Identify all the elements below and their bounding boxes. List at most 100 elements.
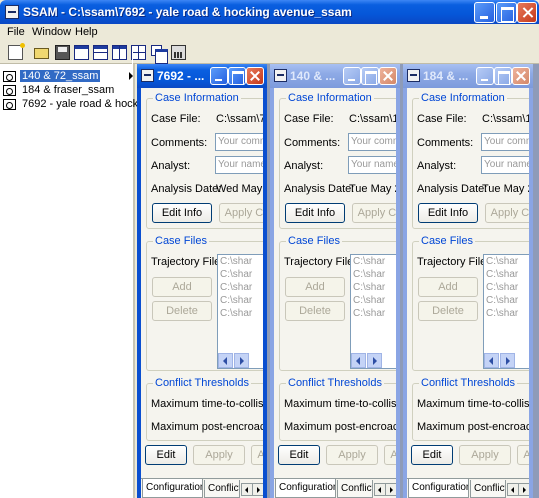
cascade-icon[interactable] xyxy=(151,45,168,64)
open-icon[interactable] xyxy=(34,48,49,59)
list-item[interactable]: C:\shar xyxy=(351,255,396,268)
analyst-field[interactable]: Your name xyxy=(481,156,529,174)
add-button[interactable]: Add xyxy=(285,277,345,297)
menu-window[interactable]: Window xyxy=(32,26,71,38)
tab-scroll-right-icon[interactable] xyxy=(385,483,396,496)
child-close-button[interactable] xyxy=(512,67,530,85)
tree-item-label: 140 & 72_ssam xyxy=(18,69,102,83)
comments-field[interactable]: Your comm xyxy=(215,133,263,151)
analyst-field[interactable]: Your name xyxy=(348,156,396,174)
save-icon[interactable] xyxy=(55,45,70,60)
edit-info-button[interactable]: Edit Info xyxy=(152,203,212,223)
title-bar[interactable]: SSAM - C:\ssam\7692 - yale road & hockin… xyxy=(0,0,539,24)
list-item[interactable]: C:\shar xyxy=(484,294,529,307)
maximize-button[interactable] xyxy=(496,2,517,23)
tile-horizontal-icon[interactable] xyxy=(93,45,108,60)
tab-scroll-right-icon[interactable] xyxy=(252,483,263,496)
list-item[interactable]: C:\shar xyxy=(351,294,396,307)
child-close-button[interactable] xyxy=(246,67,264,85)
scroll-left-button[interactable] xyxy=(484,353,499,368)
splitter-arrow-icon[interactable] xyxy=(129,72,133,80)
menu-help[interactable]: Help xyxy=(75,26,98,38)
case-window-7692[interactable]: 7692 - ... Case Information Case File: C… xyxy=(137,64,267,498)
case-window-icon[interactable] xyxy=(407,69,420,82)
trajectory-files-list[interactable]: C:\shar C:\shar C:\shar C:\shar C:\shar xyxy=(217,254,263,369)
arrange-icon[interactable] xyxy=(131,45,146,60)
analyst-field[interactable]: Your name xyxy=(215,156,263,174)
apply-button[interactable]: Apply xyxy=(459,445,511,465)
tab-conflicts[interactable]: Conflicts xyxy=(204,480,240,498)
tile-vertical-icon[interactable] xyxy=(112,45,127,60)
edit-button[interactable]: Edit xyxy=(145,445,187,465)
list-item[interactable]: C:\shar xyxy=(351,307,396,320)
new-case-icon[interactable] xyxy=(8,43,25,60)
delete-button[interactable]: Delete xyxy=(418,301,478,321)
apply-changes-button[interactable]: Apply Ch xyxy=(352,203,396,223)
apply-all-button[interactable]: A xyxy=(384,445,396,465)
case-window-icon[interactable] xyxy=(141,69,154,82)
list-item[interactable]: C:\shar xyxy=(484,255,529,268)
list-item[interactable]: C:\shar xyxy=(484,307,529,320)
list-item[interactable]: C:\shar xyxy=(351,281,396,294)
apply-button[interactable]: Apply xyxy=(326,445,378,465)
comments-field[interactable]: Your comm xyxy=(348,133,396,151)
ttc-label: Maximum time-to-collision (T xyxy=(284,398,396,410)
apply-changes-button[interactable]: Apply Ch xyxy=(485,203,529,223)
case-window-140[interactable]: 140 & ... Case Information Case File: C:… xyxy=(270,64,400,498)
comments-label: Comments: xyxy=(151,137,208,149)
child-maximize-button[interactable] xyxy=(494,67,512,85)
tab-scroll-right-icon[interactable] xyxy=(518,483,529,496)
apply-all-button[interactable]: A xyxy=(251,445,263,465)
apply-button[interactable]: Apply xyxy=(193,445,245,465)
tab-configuration[interactable]: Configuration xyxy=(408,479,469,498)
child-title-bar[interactable]: 140 & ... xyxy=(270,64,400,88)
list-item[interactable]: C:\shar xyxy=(218,307,263,320)
add-button[interactable]: Add xyxy=(152,277,212,297)
add-button[interactable]: Add xyxy=(418,277,478,297)
tab-configuration[interactable]: Configuration xyxy=(142,479,203,498)
case-window-184[interactable]: 184 & ... Case Information Case File: C:… xyxy=(403,64,533,498)
app-icon[interactable] xyxy=(5,5,19,19)
comments-field[interactable]: Your comm xyxy=(481,133,529,151)
child-maximize-button[interactable] xyxy=(361,67,379,85)
scroll-right-button[interactable] xyxy=(367,353,382,368)
tab-conflicts[interactable]: Conflicts xyxy=(470,480,506,498)
apply-all-button[interactable]: A xyxy=(517,445,529,465)
menu-file[interactable]: File xyxy=(7,26,25,38)
case-window-icon[interactable] xyxy=(274,69,287,82)
new-window-icon[interactable] xyxy=(74,45,89,60)
list-item[interactable]: C:\shar xyxy=(218,294,263,307)
child-close-button[interactable] xyxy=(379,67,397,85)
delete-button[interactable]: Delete xyxy=(285,301,345,321)
scroll-right-button[interactable] xyxy=(500,353,515,368)
edit-button[interactable]: Edit xyxy=(278,445,320,465)
trajectory-files-list[interactable]: C:\shar C:\shar C:\shar C:\shar C:\shar xyxy=(483,254,529,369)
child-title-bar[interactable]: 184 & ... xyxy=(403,64,533,88)
list-item[interactable]: C:\shar xyxy=(484,281,529,294)
child-minimize-button[interactable] xyxy=(210,67,228,85)
scroll-left-button[interactable] xyxy=(351,353,366,368)
tab-configuration[interactable]: Configuration xyxy=(275,479,336,498)
minimize-button[interactable] xyxy=(474,2,495,23)
child-minimize-button[interactable] xyxy=(476,67,494,85)
scroll-right-button[interactable] xyxy=(234,353,249,368)
list-item[interactable]: C:\shar xyxy=(218,255,263,268)
list-item[interactable]: C:\shar xyxy=(484,268,529,281)
delete-button[interactable]: Delete xyxy=(152,301,212,321)
edit-info-button[interactable]: Edit Info xyxy=(418,203,478,223)
close-button[interactable] xyxy=(517,2,537,23)
trajectory-files-list[interactable]: C:\shar C:\shar C:\shar C:\shar C:\shar xyxy=(350,254,396,369)
child-maximize-button[interactable] xyxy=(228,67,246,85)
child-minimize-button[interactable] xyxy=(343,67,361,85)
child-title-bar[interactable]: 7692 - ... xyxy=(137,64,267,88)
edit-info-button[interactable]: Edit Info xyxy=(285,203,345,223)
apply-changes-button[interactable]: Apply Ch xyxy=(219,203,263,223)
tab-conflicts[interactable]: Conflicts xyxy=(337,480,373,498)
list-item[interactable]: C:\shar xyxy=(351,268,396,281)
scroll-left-button[interactable] xyxy=(218,353,233,368)
case-tree[interactable]: 140 & 72_ssam 184 & fraser_ssam 7692 - y… xyxy=(0,64,153,498)
list-item[interactable]: C:\shar xyxy=(218,268,263,281)
calculator-icon[interactable] xyxy=(171,45,186,60)
edit-button[interactable]: Edit xyxy=(411,445,453,465)
list-item[interactable]: C:\shar xyxy=(218,281,263,294)
